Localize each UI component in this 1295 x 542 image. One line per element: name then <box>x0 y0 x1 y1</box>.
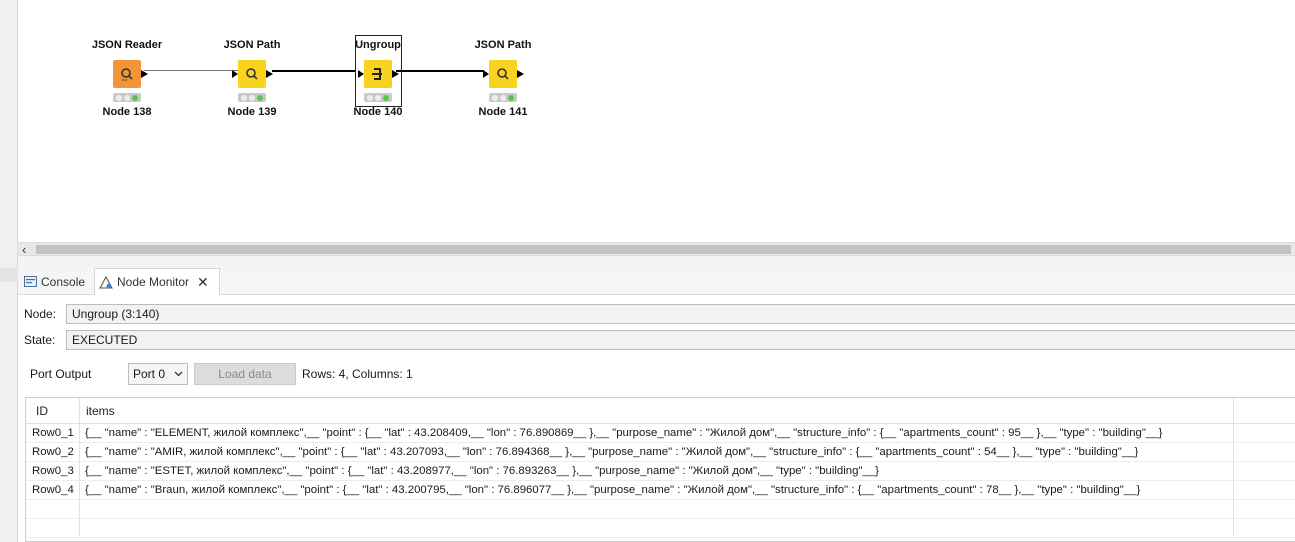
status-light <box>453 93 553 102</box>
bottom-tab-bar: Console Node Monitor ✕ <box>18 268 1295 295</box>
left-sidebar-strip <box>0 0 18 542</box>
node-title: Ungroup <box>355 39 401 51</box>
scrollbar-thumb[interactable] <box>36 245 1291 254</box>
row-id: Row0_1 <box>26 424 80 442</box>
panel-divider[interactable] <box>18 256 1295 268</box>
load-data-button[interactable]: Load data <box>194 363 296 385</box>
table-row[interactable]: Row0_4 {__ "name" : "Braun, жилой компле… <box>26 481 1295 500</box>
json-path-icon[interactable] <box>483 60 524 88</box>
node-141[interactable]: JSON Path Node 141 <box>453 38 553 118</box>
empty-row <box>26 519 1295 538</box>
node-monitor-icon <box>99 275 113 288</box>
chevron-down-icon <box>174 371 183 377</box>
output-port-icon[interactable] <box>517 70 524 78</box>
workflow-canvas[interactable]: JSON Reader Node 138 JSON Path Node 139 … <box>18 0 1295 242</box>
port-output-label: Port Output <box>30 367 92 381</box>
json-reader-icon[interactable] <box>113 60 148 88</box>
scroll-left-icon[interactable]: ‹ <box>22 242 26 257</box>
table-header: ID items <box>26 398 1295 424</box>
output-port-icon[interactable] <box>266 70 273 78</box>
close-icon[interactable]: ✕ <box>197 274 209 291</box>
table-row[interactable]: Row0_2 {__ "name" : "AMIR, жилой комплек… <box>26 443 1295 462</box>
json-path-icon[interactable] <box>232 60 273 88</box>
state-row: State: EXECUTED <box>24 330 1295 350</box>
node-label: Node 138 <box>102 106 152 118</box>
port-output-row: Port Output Port 0 Load data Rows: 4, Co… <box>30 362 413 386</box>
ungroup-icon[interactable] <box>358 60 399 88</box>
node-138[interactable]: JSON Reader Node 138 <box>77 38 177 118</box>
tab-console-label: Console <box>41 274 86 289</box>
column-header-id[interactable]: ID <box>26 398 80 423</box>
row-items: {__ "name" : "ESTET, жилой комплекс",__ … <box>80 462 1234 480</box>
status-light <box>77 93 177 102</box>
node-label: Node 141 <box>478 106 528 118</box>
tab-console[interactable]: Console <box>24 268 85 295</box>
node-title: JSON Reader <box>91 39 163 51</box>
table-row[interactable]: Row0_1 {__ "name" : "ELEMENT, жилой комп… <box>26 424 1295 443</box>
node-label: Node 139 <box>227 106 277 118</box>
table-row[interactable]: Row0_3 {__ "name" : "ESTET, жилой компле… <box>26 462 1295 481</box>
output-port-icon[interactable] <box>392 70 399 78</box>
output-table: ID items Row0_1 {__ "name" : "ELEMENT, ж… <box>25 397 1295 542</box>
sidebar-separator <box>0 268 18 282</box>
node-row: Node: Ungroup (3:140) <box>24 304 1295 324</box>
port-select[interactable]: Port 0 <box>128 363 188 385</box>
row-items: {__ "name" : "AMIR, жилой комплекс",__ "… <box>80 443 1234 461</box>
rows-columns-info: Rows: 4, Columns: 1 <box>302 367 413 381</box>
output-port-icon[interactable] <box>141 70 148 78</box>
status-light <box>202 93 302 102</box>
row-items: {__ "name" : "ELEMENT, жилой комплекс",_… <box>80 424 1234 442</box>
canvas-horizontal-scrollbar[interactable]: ‹ <box>18 242 1295 257</box>
empty-row <box>26 500 1295 519</box>
row-id: Row0_3 <box>26 462 80 480</box>
node-monitor-panel: Node: Ungroup (3:140) State: EXECUTED Po… <box>18 295 1295 542</box>
node-field-label: Node: <box>24 307 57 321</box>
tab-node-monitor[interactable]: Node Monitor ✕ <box>94 268 220 295</box>
state-field-label: State: <box>24 333 56 347</box>
input-port-icon[interactable] <box>232 70 238 78</box>
port-select-value: Port 0 <box>133 367 166 381</box>
row-items: {__ "name" : "Braun, жилой комплекс",__ … <box>80 481 1234 499</box>
row-id: Row0_2 <box>26 443 80 461</box>
input-port-icon[interactable] <box>358 70 364 78</box>
tab-node-monitor-label: Node Monitor <box>117 275 190 289</box>
state-field: EXECUTED <box>66 330 1295 350</box>
empty-cell <box>26 519 80 537</box>
row-id: Row0_4 <box>26 481 80 499</box>
node-title: JSON Path <box>223 39 281 51</box>
node-field: Ungroup (3:140) <box>66 304 1295 324</box>
empty-cell <box>80 500 1234 518</box>
empty-cell <box>26 500 80 518</box>
node-label: Node 140 <box>353 106 403 118</box>
node-140[interactable]: Ungroup Node 140 <box>328 38 428 118</box>
empty-cell <box>80 519 1234 537</box>
status-light <box>328 93 428 102</box>
column-header-items[interactable]: items <box>80 398 1234 423</box>
node-139[interactable]: JSON Path Node 139 <box>202 38 302 118</box>
console-icon <box>24 275 37 287</box>
node-title: JSON Path <box>474 39 532 51</box>
input-port-icon[interactable] <box>483 70 489 78</box>
